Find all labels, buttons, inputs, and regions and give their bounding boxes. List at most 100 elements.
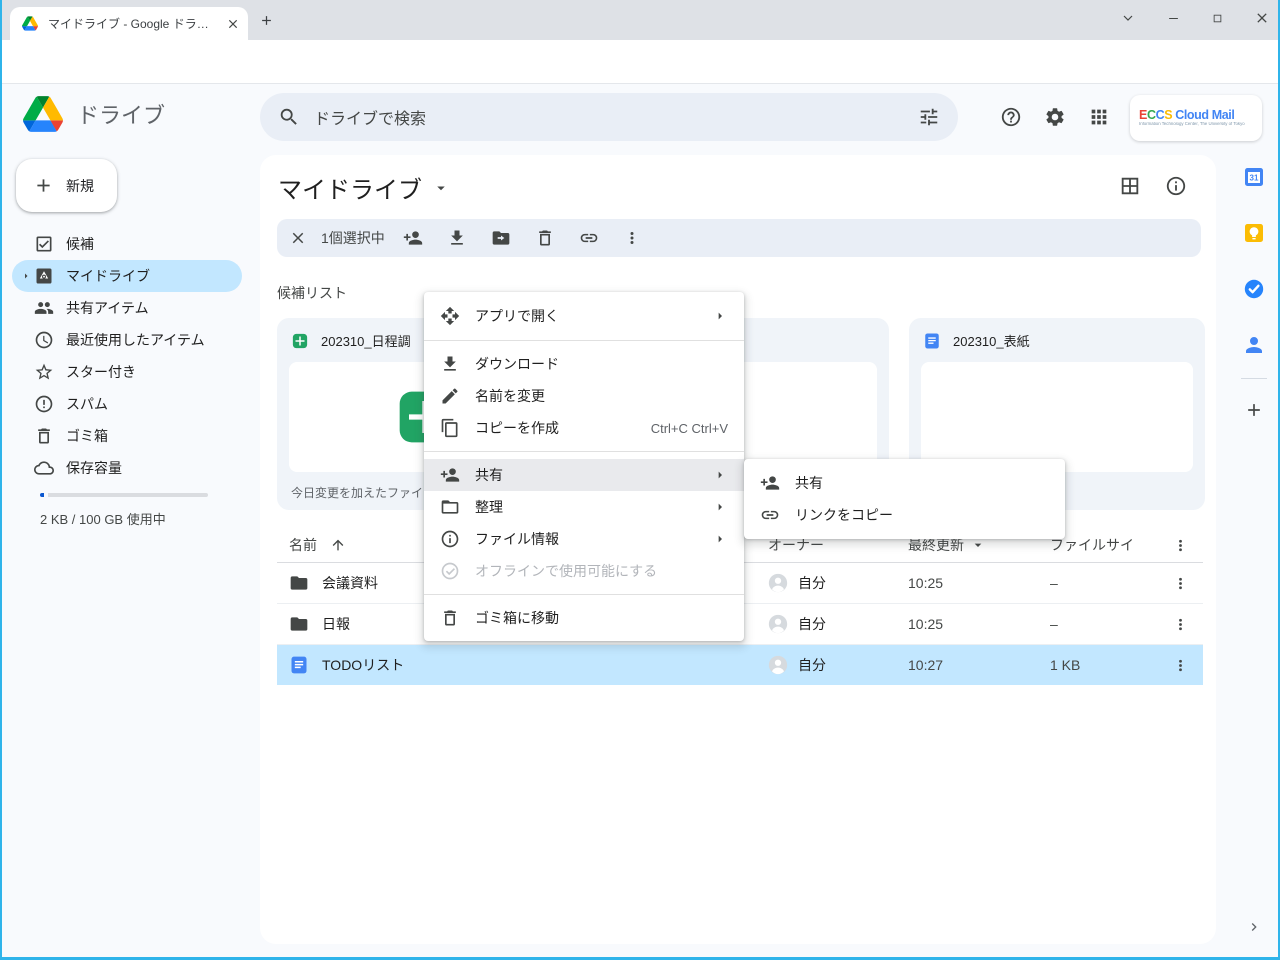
owner-avatar [768, 655, 788, 675]
my-drive-icon [34, 266, 54, 286]
title-dropdown-icon[interactable] [432, 179, 450, 197]
download-icon [440, 354, 460, 374]
approval-icon [34, 234, 54, 254]
drive-logo-text: ドライブ [77, 98, 165, 130]
account-badge-subtitle: Information Technology Center, The Unive… [1139, 122, 1245, 126]
menu-item-open-with[interactable]: アプリで開く [424, 299, 744, 333]
owner-avatar [768, 573, 788, 593]
docs-icon [289, 655, 309, 675]
new-button[interactable]: 新規 [16, 159, 117, 212]
sidebar-item-recent[interactable]: 最近使用したアイテム [12, 324, 242, 356]
keep-icon[interactable] [1242, 221, 1266, 245]
plus-icon [33, 175, 54, 196]
person-add-icon [440, 465, 460, 485]
apps-grid-icon[interactable] [1088, 106, 1110, 128]
trash-icon[interactable] [535, 228, 555, 248]
add-addon-plus-icon[interactable] [1244, 400, 1264, 420]
new-button-label: 新規 [66, 176, 94, 196]
copy-link-icon[interactable] [579, 228, 599, 248]
sidebar-item-storage[interactable]: 保存容量 [12, 452, 242, 484]
folder-icon [289, 614, 309, 634]
menu-item-rename[interactable]: 名前を変更 [424, 380, 744, 412]
link-icon [760, 505, 780, 525]
maximize-button[interactable] [1211, 12, 1224, 25]
move-to-folder-icon[interactable] [491, 228, 511, 248]
new-tab-button[interactable] [258, 12, 274, 28]
more-actions-icon[interactable] [623, 229, 641, 247]
table-row-selected[interactable]: TODOリスト 自分 10:27 1 KB [277, 645, 1203, 685]
file-preview [921, 362, 1193, 472]
search-placeholder: ドライブで検索 [314, 105, 426, 129]
sidebar-item-trash[interactable]: ゴミ箱 [12, 420, 242, 452]
account-badge[interactable]: ECCS Cloud Mail Information Technology C… [1130, 95, 1262, 141]
search-options-icon[interactable] [918, 106, 940, 128]
context-menu: アプリで開く ダウンロード 名前を変更 コピーを作成 Ctrl+C Ctrl+V [424, 292, 744, 641]
docs-icon [923, 332, 941, 350]
drive-search-input[interactable]: ドライブで検索 [260, 93, 958, 141]
info-icon [440, 529, 460, 549]
clock-icon [34, 330, 54, 350]
sidebar-item-starred[interactable]: スター付き [12, 356, 242, 388]
spam-icon [34, 394, 54, 414]
share-person-add-icon[interactable] [403, 228, 423, 248]
person-add-icon [760, 473, 780, 493]
menu-item-file-info[interactable]: ファイル情報 [424, 523, 744, 555]
submenu-arrow-icon [712, 467, 728, 483]
menu-item-make-offline: オフラインで使用可能にする [424, 555, 744, 587]
browser-window: マイドライブ - Google ドライブ drive.google.com/dr… [0, 0, 1280, 960]
contacts-icon[interactable] [1242, 333, 1266, 357]
sort-caret-icon[interactable] [970, 537, 986, 553]
download-icon[interactable] [447, 228, 467, 248]
submenu-arrow-icon [712, 531, 728, 547]
settings-gear-icon[interactable] [1044, 106, 1066, 128]
column-settings-icon[interactable] [1172, 537, 1189, 554]
page-title[interactable]: マイドライブ [278, 170, 422, 205]
window-close-button[interactable] [1254, 10, 1270, 26]
sidebar-item-my-drive[interactable]: マイドライブ [12, 260, 242, 292]
menu-item-make-copy[interactable]: コピーを作成 Ctrl+C Ctrl+V [424, 412, 744, 444]
menu-item-move-to-trash[interactable]: ゴミ箱に移動 [424, 602, 744, 634]
clear-selection-icon[interactable] [289, 229, 307, 247]
menu-item-share[interactable]: 共有 [424, 459, 744, 491]
tab-close-icon[interactable] [226, 17, 240, 31]
folder-icon [289, 573, 309, 593]
expand-caret-icon[interactable] [20, 271, 34, 281]
sort-ascending-icon[interactable] [330, 537, 346, 553]
column-header-size[interactable]: ファイルサイ [1050, 535, 1158, 555]
chevron-right-icon[interactable] [1246, 919, 1262, 935]
row-more-icon[interactable] [1172, 616, 1189, 633]
menu-item-download[interactable]: ダウンロード [424, 348, 744, 380]
suggestions-heading: 候補リスト [277, 283, 347, 303]
trash-icon [440, 608, 460, 628]
row-more-icon[interactable] [1172, 575, 1189, 592]
calendar-icon[interactable] [1242, 165, 1266, 189]
submenu-arrow-icon [712, 499, 728, 515]
submenu-item-copy-link[interactable]: リンクをコピー [744, 499, 1065, 531]
submenu-arrow-icon [712, 308, 728, 324]
account-badge-title: ECCS Cloud Mail [1139, 108, 1280, 122]
tasks-icon[interactable] [1242, 277, 1266, 301]
window-chevron-icon[interactable] [1120, 10, 1136, 26]
minimize-button[interactable] [1166, 11, 1181, 26]
trash-icon [34, 426, 54, 446]
storage-usage-text: 2 KB / 100 GB 使用中 [40, 509, 166, 528]
owner-avatar [768, 614, 788, 634]
sidebar-item-shared[interactable]: 共有アイテム [12, 292, 242, 324]
sidebar-nav: 候補 マイドライブ 共有アイテム 最近使用したアイテム スター付き [12, 228, 242, 484]
help-icon[interactable] [1000, 106, 1022, 128]
sidebar-item-suggested[interactable]: 候補 [12, 228, 242, 260]
sidebar-item-spam[interactable]: スパム [12, 388, 242, 420]
row-more-icon[interactable] [1172, 657, 1189, 674]
selection-toolbar: 1個選択中 [277, 219, 1201, 257]
grid-view-icon[interactable] [1119, 175, 1141, 197]
browser-tab[interactable]: マイドライブ - Google ドライブ [10, 7, 248, 40]
info-panel-icon[interactable] [1165, 175, 1187, 197]
selection-count: 1個選択中 [321, 228, 385, 248]
menu-item-organize[interactable]: 整理 [424, 491, 744, 523]
rename-icon [440, 386, 460, 406]
drive-brand: ドライブ [23, 96, 165, 132]
offline-icon [440, 561, 460, 581]
search-icon [278, 106, 300, 128]
submenu-item-share[interactable]: 共有 [744, 467, 1065, 499]
column-header-name[interactable]: 名前 [289, 535, 317, 555]
